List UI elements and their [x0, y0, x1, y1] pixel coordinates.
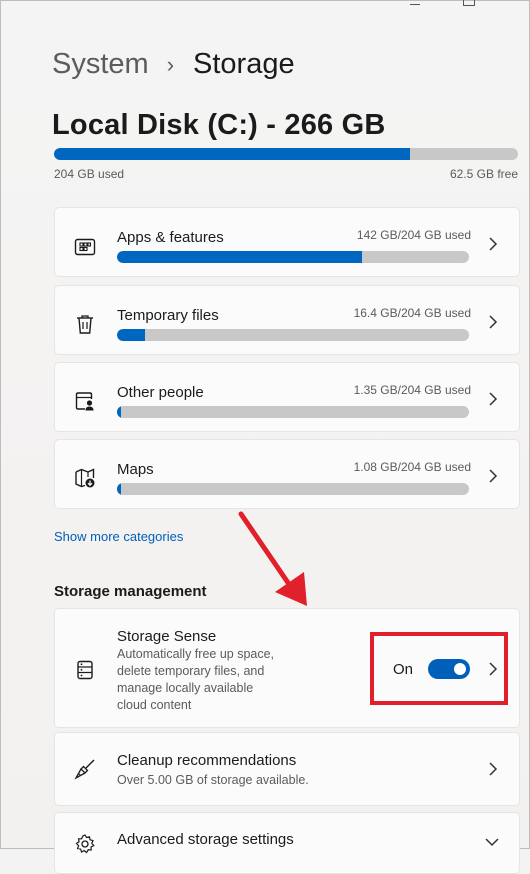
category-label: Maps: [117, 461, 154, 478]
category-bar: [117, 483, 469, 495]
category-label: Other people: [117, 384, 204, 401]
category-maps[interactable]: Maps 1.08 GB/204 GB used: [54, 439, 520, 509]
breadcrumb-separator: ›: [166, 51, 175, 77]
category-apps[interactable]: Apps & features 142 GB/204 GB used: [54, 207, 520, 277]
settings-window: System › Storage Local Disk (C:) - 266 G…: [0, 0, 530, 874]
category-label: Temporary files: [117, 307, 219, 324]
category-bar-fill: [117, 251, 362, 263]
chevron-right-icon: [489, 392, 498, 406]
desc-line: manage locally available: [117, 681, 254, 695]
annotation-highlight-box: [370, 632, 508, 705]
minimize-button[interactable]: [410, 3, 420, 5]
category-bar: [117, 251, 469, 263]
category-usage: 142 GB/204 GB used: [356, 228, 471, 242]
cleanup-description: Over 5.00 GB of storage available.: [117, 773, 309, 787]
trash-icon: [77, 315, 93, 334]
desc-line: cloud content: [117, 698, 192, 712]
annotation-arrow: [238, 511, 307, 606]
chevron-right-icon: [489, 237, 498, 251]
storage-sense-title: Storage Sense: [117, 628, 217, 645]
category-temporary-files[interactable]: Temporary files 16.4 GB/204 GB used: [54, 285, 520, 355]
show-more-categories-link[interactable]: Show more categories: [54, 529, 183, 544]
category-bar-fill: [117, 406, 121, 418]
storage-sense-description: Automatically free up space, delete temp…: [117, 646, 307, 714]
chevron-right-icon: [489, 315, 498, 329]
maximize-button[interactable]: [463, 0, 475, 6]
category-other-people[interactable]: Other people 1.35 GB/204 GB used: [54, 362, 520, 432]
page-title: Storage: [193, 48, 295, 80]
storage-sense-icon: [77, 660, 93, 680]
category-usage: 1.35 GB/204 GB used: [353, 383, 471, 397]
advanced-storage-title: Advanced storage settings: [117, 831, 294, 848]
map-icon: [75, 468, 95, 488]
apps-icon: [74, 238, 96, 256]
chevron-down-icon: [485, 838, 499, 847]
disk-title: Local Disk (C:) - 266 GB: [52, 109, 386, 141]
breadcrumb-system[interactable]: System: [52, 48, 149, 81]
disk-free-label: 62.5 GB free: [449, 167, 518, 181]
desc-line: delete temporary files, and: [117, 664, 265, 678]
gear-icon: [75, 834, 95, 854]
desc-line: Automatically free up space,: [117, 647, 275, 661]
category-bar: [117, 329, 469, 341]
category-bar-fill: [117, 329, 146, 341]
disk-usage-bar: [54, 148, 518, 160]
advanced-storage-settings-card[interactable]: Advanced storage settings: [54, 812, 520, 874]
category-label: Apps & features: [117, 229, 224, 246]
disk-used-label: 204 GB used: [54, 167, 125, 181]
disk-usage-fill: [54, 148, 410, 160]
storage-management-heading: Storage management: [54, 583, 207, 600]
category-usage: 16.4 GB/204 GB used: [353, 306, 471, 320]
other-people-icon: [75, 392, 94, 411]
category-usage: 1.08 GB/204 GB used: [353, 460, 471, 474]
category-bar-fill: [117, 483, 121, 495]
breadcrumb: System › Storage: [52, 48, 295, 81]
broom-icon: [74, 759, 95, 780]
cleanup-title: Cleanup recommendations: [117, 752, 297, 769]
category-bar: [117, 406, 469, 418]
cleanup-recommendations-card[interactable]: Cleanup recommendations Over 5.00 GB of …: [54, 732, 520, 806]
chevron-right-icon: [489, 469, 498, 483]
chevron-right-icon: [489, 762, 498, 776]
